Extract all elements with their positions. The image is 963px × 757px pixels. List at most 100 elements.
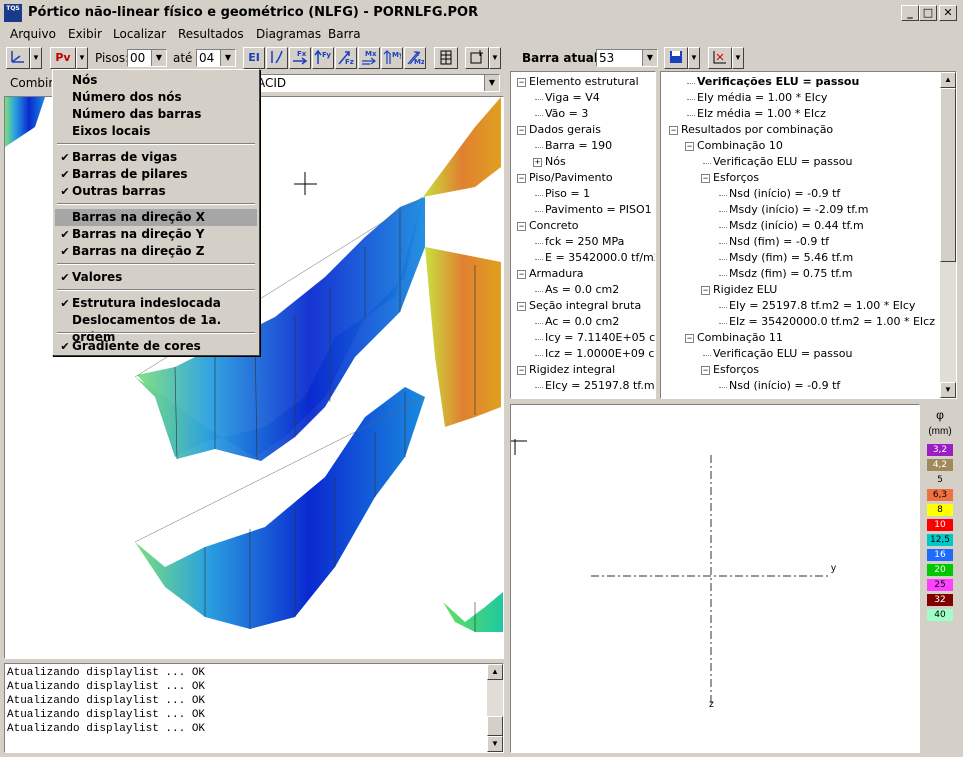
results-tree[interactable]: ▲ ▼ Verificações ELU = passou EIy média =…: [660, 71, 957, 399]
menu-item[interactable]: ✔ Barras na direção Y: [55, 226, 257, 243]
menu-localizar[interactable]: Localizar: [113, 27, 166, 41]
collapse-icon[interactable]: −: [517, 222, 526, 231]
collapse-icon[interactable]: −: [517, 302, 526, 311]
menu-item[interactable]: ✔ Barras de pilares: [55, 166, 257, 183]
tree-node[interactable]: Esforços: [713, 363, 759, 376]
bar-properties-tree[interactable]: − Elemento estrutural Viga = V4 Vão = 3− Dad…: [510, 71, 656, 399]
expand-icon[interactable]: +: [533, 158, 542, 167]
menu-item[interactable]: ✔ Barras de vigas: [55, 149, 257, 166]
collapse-icon[interactable]: −: [517, 174, 526, 183]
tree-node[interactable]: Verificações ELU = passou: [697, 75, 859, 88]
scroll-down-icon[interactable]: ▼: [940, 382, 956, 398]
add-dropdown-icon[interactable]: ▼: [489, 47, 501, 69]
mx-icon[interactable]: Mx: [358, 47, 380, 69]
collapse-icon[interactable]: −: [701, 174, 710, 183]
tree-node[interactable]: Nsd (fim) = -0.9 tf: [729, 235, 829, 248]
collapse-icon[interactable]: −: [517, 126, 526, 135]
tree-node[interactable]: Piso/Pavimento: [529, 171, 613, 184]
tree-node[interactable]: Verificação ELU = passou: [713, 347, 852, 360]
tree-node[interactable]: EIz = 35420000.0 tf.m2 = 1.00 * EIcz: [729, 315, 935, 328]
tree-node[interactable]: Combinação 10: [697, 139, 783, 152]
tree-node[interactable]: Msdz (início) = 0.44 tf.m: [729, 219, 864, 232]
scroll-up-icon[interactable]: ▲: [487, 664, 503, 680]
my-icon[interactable]: My: [381, 47, 404, 69]
scroll-thumb[interactable]: [487, 716, 503, 736]
tree-node[interactable]: Nsd (início) = -0.9 tf: [729, 187, 840, 200]
tree-node[interactable]: Piso = 1: [545, 187, 590, 200]
save-dropdown-icon[interactable]: ▼: [688, 47, 700, 69]
menu-item[interactable]: ✔ Outras barras: [55, 183, 257, 200]
tree-node[interactable]: Pavimento = PISO1: [545, 203, 652, 216]
menu-exibir[interactable]: Exibir: [68, 27, 102, 41]
results-scrollbar[interactable]: ▲ ▼: [940, 72, 956, 398]
pisos-from-select[interactable]: 00 ▼: [127, 49, 167, 67]
tree-node[interactable]: Armadura: [529, 267, 584, 280]
tree-node[interactable]: Msdy (fim) = 5.46 tf.m: [729, 251, 853, 264]
pv-button[interactable]: Pv: [50, 47, 76, 69]
mz-icon[interactable]: Mz: [404, 47, 426, 69]
menu-diagramas[interactable]: Diagramas: [256, 27, 321, 41]
deflection-icon[interactable]: [266, 47, 288, 69]
tree-node[interactable]: Elemento estrutural: [529, 75, 639, 88]
section-dropdown-icon[interactable]: ▼: [732, 47, 744, 69]
menu-item[interactable]: Deslocamentos de 1a. ordem: [55, 312, 257, 344]
console-scrollbar[interactable]: ▲ ▼: [487, 664, 503, 752]
tree-node[interactable]: Ac = 0.0 cm2: [545, 315, 619, 328]
tree-node[interactable]: Resultados por combinação: [681, 123, 833, 136]
tree-node[interactable]: Dados gerais: [529, 123, 601, 136]
close-button[interactable]: ✕: [939, 5, 957, 21]
tree-node[interactable]: Msdy (início) = -2.09 tf.m: [729, 203, 868, 216]
scroll-down-icon[interactable]: ▼: [487, 736, 503, 752]
section-view[interactable]: y z: [510, 404, 920, 753]
fx-icon[interactable]: Fx: [289, 47, 311, 69]
collapse-icon[interactable]: −: [517, 366, 526, 375]
tree-node[interactable]: Nsd (início) = -0.9 tf: [729, 379, 840, 392]
building-icon[interactable]: [434, 47, 458, 69]
minimize-button[interactable]: _: [901, 5, 919, 21]
tree-node[interactable]: Rigidez integral: [529, 363, 615, 376]
menu-item[interactable]: ✔ Estrutura indeslocada: [55, 295, 257, 312]
barra-atual-select[interactable]: 53 ▼: [596, 49, 658, 67]
collapse-icon[interactable]: −: [517, 270, 526, 279]
tree-node[interactable]: Barra = 190: [545, 139, 612, 152]
menu-item[interactable]: ✔ Gradiente de cores: [55, 338, 257, 355]
collapse-icon[interactable]: −: [685, 142, 694, 151]
combination-select[interactable]: ACID ▼: [254, 74, 500, 92]
fz-icon[interactable]: Fz: [335, 47, 357, 69]
tree-node[interactable]: As = 0.0 cm2: [545, 283, 619, 296]
axes-icon[interactable]: [6, 47, 30, 69]
collapse-icon[interactable]: −: [701, 366, 710, 375]
axes-dropdown-icon[interactable]: ▼: [30, 47, 42, 69]
collapse-icon[interactable]: −: [701, 286, 710, 295]
tree-node[interactable]: E = 3542000.0 tf/m2: [545, 251, 655, 264]
scroll-thumb[interactable]: [940, 88, 956, 262]
tree-node[interactable]: Viga = V4: [545, 91, 600, 104]
menu-item[interactable]: ✔ Valores: [55, 269, 257, 286]
tree-node[interactable]: Msdz (fim) = 0.75 tf.m: [729, 267, 853, 280]
tree-node[interactable]: EIy = 25197.8 tf.m2 = 1.00 * EIcy: [729, 299, 915, 312]
menu-item[interactable]: Nós: [55, 72, 257, 89]
tree-node[interactable]: Rigidez ELU: [713, 283, 777, 296]
pv-dropdown-icon[interactable]: ▼: [76, 47, 88, 69]
collapse-icon[interactable]: −: [685, 334, 694, 343]
menu-item[interactable]: Barras na direção X: [55, 209, 257, 226]
tree-node[interactable]: Concreto: [529, 219, 579, 232]
tree-node[interactable]: Combinação 11: [697, 331, 783, 344]
tree-node[interactable]: EIcy = 25197.8 tf.m2: [545, 379, 655, 392]
fy-icon[interactable]: Fy: [312, 47, 334, 69]
tree-node[interactable]: EIz média = 1.00 * EIcz: [697, 107, 826, 120]
tree-node[interactable]: Nós: [545, 155, 566, 168]
menu-barra[interactable]: Barra: [328, 27, 361, 41]
tree-node[interactable]: Vão = 3: [545, 107, 588, 120]
tree-node[interactable]: Icz = 1.0000E+09 cm4: [545, 347, 655, 360]
menu-item[interactable]: Número das barras: [55, 106, 257, 123]
menu-item[interactable]: Eixos locais: [55, 123, 257, 140]
tree-node[interactable]: Seção integral bruta: [529, 299, 641, 312]
maximize-button[interactable]: □: [919, 5, 937, 21]
tree-node[interactable]: Icy = 7.1140E+05 cm4: [545, 331, 655, 344]
tree-node[interactable]: fck = 250 MPa: [545, 235, 624, 248]
menu-item[interactable]: ✔ Barras na direção Z: [55, 243, 257, 260]
tree-node[interactable]: Esforços: [713, 171, 759, 184]
save-icon[interactable]: [664, 47, 688, 69]
menu-item[interactable]: Número dos nós: [55, 89, 257, 106]
